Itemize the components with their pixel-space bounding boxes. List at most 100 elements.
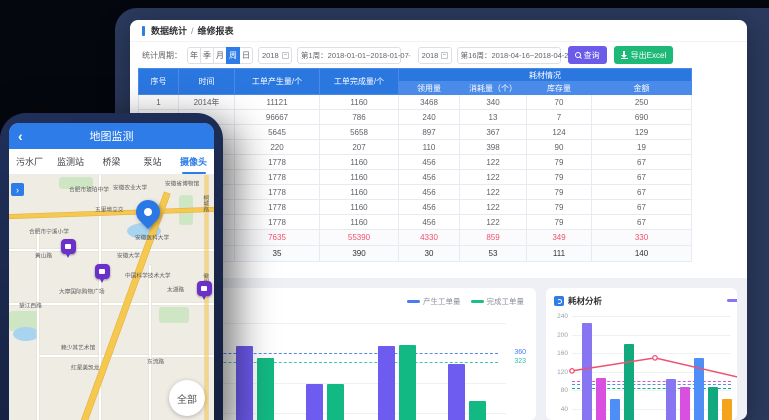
reference-label: 360	[514, 349, 526, 356]
chart-legend: 产生工单量完成工单量	[407, 296, 524, 307]
map-label: 安徽医科大学	[135, 233, 169, 242]
cell: 456	[399, 185, 460, 200]
map-label: 中国科学技术大学	[125, 271, 171, 280]
cell: 7635	[235, 230, 320, 246]
bar-完成工单量	[399, 345, 416, 420]
sub-col-header: 库存量	[527, 82, 592, 95]
tab-摄像头[interactable]: 摄像头	[173, 149, 214, 174]
cell: 220	[235, 140, 320, 155]
map-label: 大摩国际购物广场	[59, 287, 105, 296]
tab-桥梁[interactable]: 桥梁	[91, 149, 132, 174]
camera-marker-icon[interactable]	[197, 281, 212, 296]
cell: 859	[460, 230, 527, 246]
export-excel-button[interactable]: 导出Excel	[614, 46, 674, 64]
sub-col-header: 消耗量（个）	[460, 82, 527, 95]
period-option-月[interactable]: 月	[213, 47, 227, 64]
map-label: 黄山路	[35, 251, 52, 260]
cell: 330	[592, 230, 692, 246]
cell: 122	[460, 170, 527, 185]
cell: 35	[235, 246, 320, 262]
tab-泵站[interactable]: 泵站	[132, 149, 173, 174]
sub-col-header: 金额	[592, 82, 692, 95]
start-year-select[interactable]: 2018	[258, 47, 292, 64]
breadcrumb: 数据统计 / 维修报表	[130, 20, 747, 42]
cell: 240	[399, 110, 460, 125]
range-separator: -	[408, 51, 411, 60]
search-button[interactable]: 查询	[568, 46, 607, 64]
map-label: 安徽省博物馆	[165, 179, 199, 188]
cell: 79	[527, 215, 592, 230]
legend-label: 产生工单量	[423, 296, 461, 307]
cell: 1160	[320, 215, 399, 230]
cell: 349	[527, 230, 592, 246]
end-week-select[interactable]: 第16周：2018-04-16~2018-04-22	[457, 47, 561, 64]
bar-产生工单量	[378, 346, 395, 420]
cell: 79	[527, 155, 592, 170]
cell: 67	[592, 170, 692, 185]
period-option-周[interactable]: 周	[226, 47, 240, 64]
period-option-年[interactable]: 年	[187, 47, 201, 64]
cell: 1160	[320, 200, 399, 215]
cell: 2014年	[179, 95, 235, 110]
cell: 1778	[235, 215, 320, 230]
back-chevron-icon[interactable]: ‹	[18, 123, 23, 149]
breadcrumb-section: 数据统计	[151, 24, 187, 37]
cell: 67	[592, 185, 692, 200]
show-all-button[interactable]: 全部	[169, 380, 205, 416]
cell: 5658	[320, 125, 399, 140]
cell: 67	[592, 155, 692, 170]
map-label: 东流路	[147, 357, 164, 366]
export-button-label: 导出Excel	[631, 50, 667, 61]
cell: 456	[399, 155, 460, 170]
col-header: 工单产生量/个	[235, 69, 320, 95]
camera-marker-icon[interactable]	[95, 264, 110, 279]
col-header: 工单完成量/个	[320, 69, 399, 95]
period-option-季[interactable]: 季	[200, 47, 214, 64]
download-icon	[621, 51, 628, 59]
table-row[interactable]: 296667786240137690	[139, 110, 692, 125]
table-row[interactable]: 12014年111211160346834070250	[139, 95, 692, 110]
search-icon	[575, 52, 581, 58]
phone-mockup: ‹ 地图监测 污水厂监测站桥梁泵站摄像头 合肥市琥珀中学安徽农业大学安徽省博物馆…	[0, 113, 223, 420]
map-label: 桐城路	[201, 195, 210, 212]
camera-marker-icon[interactable]	[61, 239, 76, 254]
cell: 456	[399, 170, 460, 185]
tab-监测站[interactable]: 监测站	[50, 149, 91, 174]
col-header: 时间	[179, 69, 235, 95]
map-label: 合肥市琥珀中学	[69, 185, 109, 194]
end-year-select[interactable]: 2018	[418, 47, 452, 64]
cell: 13	[460, 110, 527, 125]
map-canvas[interactable]: 合肥市琥珀中学安徽农业大学安徽省博物馆桐城路五里墩立交合肥市宁溪小学安徽医科大学…	[9, 175, 214, 420]
map-label: 赖少其艺术馆	[61, 343, 95, 352]
bar-完成工单量	[327, 384, 344, 420]
bar-完成工单量	[257, 358, 274, 420]
cell: 11121	[235, 95, 320, 110]
phone-tab-bar: 污水厂监测站桥梁泵站摄像头	[9, 149, 214, 175]
cell: 207	[320, 140, 399, 155]
cell: 79	[527, 170, 592, 185]
cell: 1160	[320, 95, 399, 110]
phone-header: ‹ 地图监测	[9, 123, 214, 149]
cell: 1160	[320, 155, 399, 170]
tab-污水厂[interactable]: 污水厂	[9, 149, 50, 174]
expand-panel-button[interactable]: ›	[11, 183, 24, 196]
cell: 30	[399, 246, 460, 262]
cell: 53	[460, 246, 527, 262]
cell: 1160	[320, 185, 399, 200]
cell: 456	[399, 200, 460, 215]
cell: 111	[527, 246, 592, 262]
cell: 690	[592, 110, 692, 125]
start-week-select[interactable]: 第1周：2018-01-01~2018-01-07	[297, 47, 401, 64]
cell: 79	[527, 185, 592, 200]
cell: 96667	[235, 110, 320, 125]
bar-产生工单量	[306, 384, 323, 420]
cell: 122	[460, 200, 527, 215]
start-year-value: 2018	[262, 51, 279, 60]
period-option-日[interactable]: 日	[239, 47, 253, 64]
cell: 786	[320, 110, 399, 125]
cell: 122	[460, 185, 527, 200]
legend-item: 完成工单量	[471, 296, 525, 307]
cell: 367	[460, 125, 527, 140]
cell: 67	[592, 200, 692, 215]
end-week-value: 第16周：2018-04-16~2018-04-22	[461, 50, 573, 61]
